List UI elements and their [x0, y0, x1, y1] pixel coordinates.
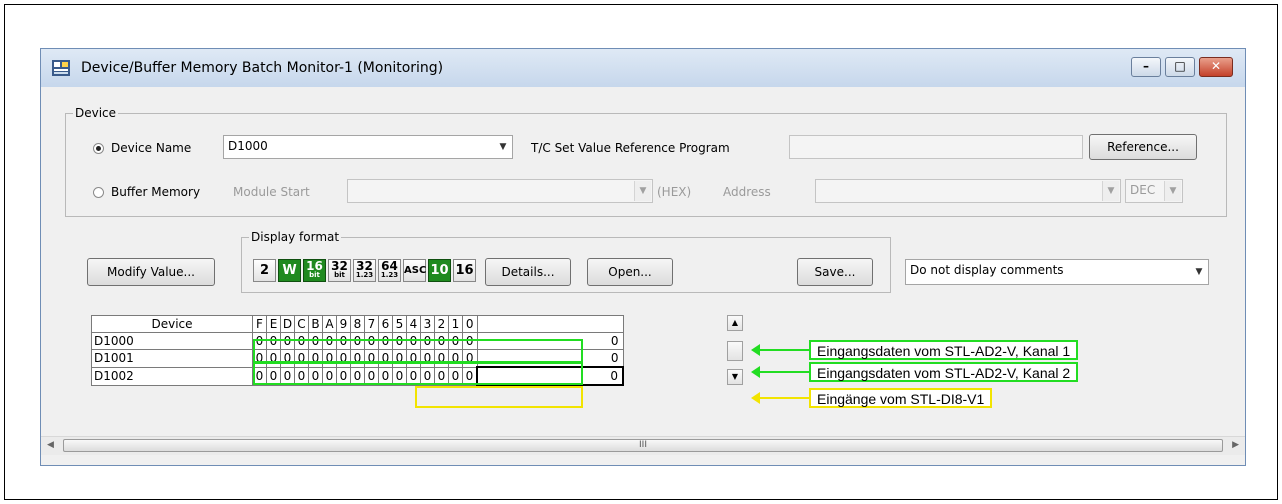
horizontal-scrollbar[interactable]: ◀ III ▶ — [41, 436, 1245, 455]
chevron-down-icon: ▼ — [634, 181, 651, 201]
annotation-arrow — [751, 344, 809, 356]
buffer-memory-radio[interactable] — [93, 187, 104, 198]
grid-header-row: Device F E D C B A 9 8 7 6 5 4 3 2 1 0 — [91, 315, 624, 333]
chevron-down-icon[interactable]: ▼ — [495, 137, 511, 157]
format-word-button[interactable]: W — [278, 259, 301, 282]
device-name-combobox[interactable]: D1000 ▼ — [223, 135, 513, 159]
annotation-arrow — [751, 366, 809, 378]
minimize-button[interactable]: – — [1131, 57, 1161, 77]
annotation-label: Eingangsdaten vom STL-AD2-V, Kanal 2 — [809, 362, 1079, 382]
device-cell[interactable]: D1001 — [91, 349, 253, 368]
chevron-down-icon: ▼ — [1102, 181, 1119, 201]
device-name-value: D1000 — [228, 139, 268, 153]
format-32bit-button[interactable]: 32 bit — [328, 259, 351, 282]
title-bar[interactable]: Device/Buffer Memory Batch Monitor-1 (Mo… — [41, 49, 1245, 87]
scroll-left-icon[interactable]: ◀ — [47, 440, 54, 450]
bit-column-header: 5 — [392, 315, 407, 333]
display-format-legend: Display format — [249, 230, 342, 244]
address-combobox: ▼ — [815, 179, 1121, 203]
format-16bit-button[interactable]: 16 bit — [303, 259, 326, 282]
radix-value: DEC — [1130, 183, 1156, 197]
bit-column-header: 6 — [378, 315, 393, 333]
highlight-d1002 — [415, 386, 583, 408]
format-decimal-button[interactable]: 10 — [428, 259, 451, 282]
horizontal-scroll-thumb[interactable]: III — [63, 439, 1223, 452]
module-start-combobox: ▼ — [347, 179, 653, 203]
bit-column-header: E — [266, 315, 281, 333]
bit-column-header: 9 — [336, 315, 351, 333]
bit-column-header: 1 — [448, 315, 463, 333]
bit-column-header: C — [294, 315, 309, 333]
annotation-label: Eingänge vom STL-DI8-V1 — [809, 388, 993, 408]
comments-select[interactable]: Do not display comments ▼ — [905, 259, 1209, 285]
bit-column-header: 3 — [420, 315, 435, 333]
bit-column-header: 2 — [434, 315, 449, 333]
buffer-memory-label: Buffer Memory — [111, 185, 201, 199]
annotation-arrow — [751, 392, 809, 404]
scroll-up-icon[interactable]: ▲ — [727, 315, 743, 331]
maximize-button[interactable]: □ — [1165, 57, 1195, 77]
device-name-label: Device Name — [111, 141, 192, 155]
tc-reference-label: T/C Set Value Reference Program — [531, 141, 730, 155]
device-cell[interactable]: D1000 — [91, 332, 253, 350]
radix-combobox: DEC ▼ — [1125, 179, 1183, 203]
monitor-app-icon — [52, 60, 70, 76]
format-binary-button[interactable]: 2 — [253, 259, 276, 282]
window-title: Device/Buffer Memory Batch Monitor-1 (Mo… — [81, 60, 444, 76]
highlight-d1000 — [253, 339, 583, 363]
device-column-header: Device — [91, 315, 253, 333]
bit-column-header: 7 — [364, 315, 379, 333]
bit-column-header: 8 — [350, 315, 365, 333]
scroll-thumb[interactable] — [727, 341, 743, 361]
device-group-legend: Device — [73, 106, 119, 120]
save-button[interactable]: Save... — [797, 258, 873, 286]
format-32float-button[interactable]: 32 1.23 — [353, 259, 376, 282]
module-start-label: Module Start — [233, 185, 310, 199]
device-name-radio[interactable] — [93, 143, 104, 154]
bit-column-header: B — [308, 315, 323, 333]
scroll-down-icon[interactable]: ▼ — [727, 369, 743, 385]
annotation-label: Eingangsdaten vom STL-AD2-V, Kanal 1 — [809, 340, 1079, 360]
bit-column-header: D — [280, 315, 295, 333]
address-label: Address — [723, 185, 771, 199]
scroll-grip: III — [639, 440, 647, 450]
grid-vertical-scrollbar[interactable]: ▲ ▼ — [727, 315, 743, 387]
format-hex-button[interactable]: 16 — [453, 259, 476, 282]
highlight-d1001 — [253, 362, 583, 385]
open-button[interactable]: Open... — [587, 258, 673, 286]
device-cell[interactable]: D1002 — [91, 366, 253, 386]
minimize-icon: – — [1143, 59, 1149, 73]
format-ascii-button[interactable]: ASC — [403, 259, 426, 282]
close-icon: ✕ — [1210, 59, 1222, 73]
reference-button[interactable]: Reference... — [1089, 134, 1197, 160]
bit-column-header: F — [252, 315, 267, 333]
bit-column-header: 0 — [462, 315, 478, 333]
bit-column-header: 4 — [406, 315, 421, 333]
modify-value-button[interactable]: Modify Value... — [87, 258, 215, 286]
scroll-right-icon[interactable]: ▶ — [1232, 440, 1239, 450]
tc-reference-field — [789, 135, 1083, 159]
comments-select-value: Do not display comments — [910, 263, 1064, 277]
format-64float-button[interactable]: 64 1.23 — [378, 259, 401, 282]
hex-label: (HEX) — [657, 185, 692, 199]
bit-column-header: A — [322, 315, 337, 333]
chevron-down-icon: ▼ — [1164, 181, 1181, 201]
close-button[interactable]: ✕ — [1199, 57, 1233, 77]
batch-monitor-window: Device/Buffer Memory Batch Monitor-1 (Mo… — [40, 48, 1246, 466]
details-button[interactable]: Details... — [485, 258, 571, 286]
chevron-down-icon[interactable]: ▼ — [1191, 261, 1207, 283]
value-column-header — [476, 315, 624, 333]
maximize-icon: □ — [1174, 59, 1186, 73]
